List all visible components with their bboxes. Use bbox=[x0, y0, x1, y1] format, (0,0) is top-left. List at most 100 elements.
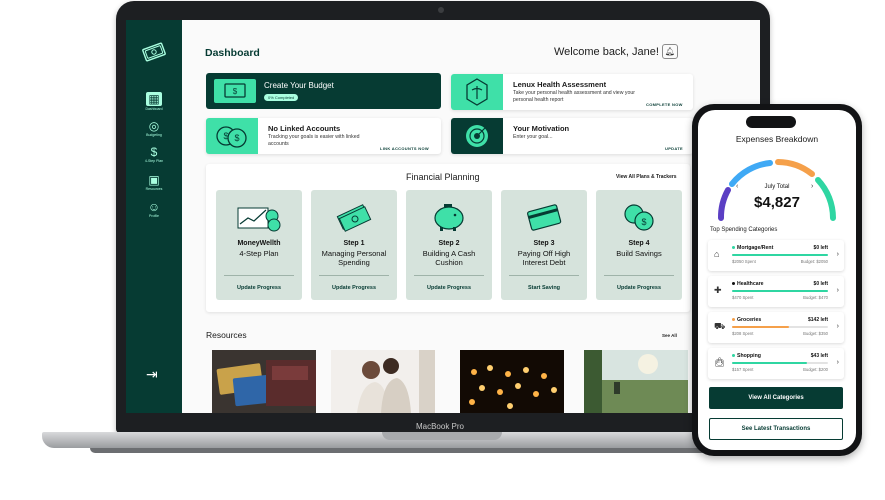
sidebar-item-label: Profile bbox=[149, 214, 159, 218]
grid-icon: ▦ bbox=[146, 92, 162, 106]
create-budget-card[interactable]: $ Create Your Budget 0% Completed GET ST… bbox=[206, 73, 515, 111]
sidebar-item-label: 4-Step Plan bbox=[144, 159, 164, 163]
category-progress-bar bbox=[732, 362, 828, 364]
motivation-input[interactable]: Enter your goal... bbox=[513, 134, 633, 141]
section-title: Top Spending Categories bbox=[710, 227, 778, 233]
bell-icon[interactable]: 🔔︎ bbox=[662, 44, 678, 59]
medical-icon: ✚ bbox=[714, 285, 722, 295]
step-name: MoneyWellth bbox=[237, 240, 281, 247]
see-latest-transactions-button[interactable]: See Latest Transactions bbox=[709, 418, 843, 440]
phone-dynamic-island bbox=[746, 116, 796, 128]
category-name-wrap: Mortgage/Rent bbox=[732, 245, 773, 251]
view-all-categories-button[interactable]: View All Categories bbox=[709, 387, 843, 409]
cart-icon: ⛟ bbox=[714, 321, 726, 331]
resource-image-wallet[interactable] bbox=[212, 350, 316, 413]
step-divider bbox=[509, 275, 579, 276]
target-icon bbox=[451, 118, 503, 154]
resource-image-couple[interactable] bbox=[331, 350, 435, 413]
sidebar-item-label: Budgeting bbox=[146, 133, 162, 137]
step-description: Building A Cash Cushion bbox=[422, 249, 476, 267]
health-card-subtitle: Take your personal health assessment and… bbox=[513, 90, 635, 103]
health-card-title: Lenux Health Assessment bbox=[513, 80, 607, 89]
category-row-groceries[interactable]: ⛟ Groceries $142 left $208 Spent Budget:… bbox=[708, 312, 844, 343]
category-spent: $208 Spent bbox=[732, 331, 754, 336]
category-progress-fill bbox=[732, 254, 828, 256]
step-name: Step 1 bbox=[343, 240, 365, 247]
sidebar-item-label: Resources bbox=[145, 187, 163, 191]
step-card-4[interactable]: $ Step 4 Build Savings Update Progress bbox=[596, 190, 682, 300]
budget-progress-badge: 0% Completed bbox=[264, 94, 299, 101]
step-card-3[interactable]: Step 3 Paying Off High Interest Debt Sta… bbox=[501, 190, 587, 300]
update-progress-button[interactable]: Update Progress bbox=[311, 285, 397, 291]
page-title: Dashboard bbox=[205, 47, 260, 59]
sidebar: ▦ Dashboard ◎ Budgeting $ 4-Step Plan ▣ … bbox=[126, 20, 182, 413]
sidebar-item-4-step-plan[interactable]: $ 4-Step Plan bbox=[134, 146, 174, 170]
sidebar-item-budgeting[interactable]: ◎ Budgeting bbox=[134, 120, 174, 144]
profile-icon: ☺ bbox=[147, 200, 161, 214]
category-dot bbox=[732, 318, 735, 322]
sidebar-item-dashboard[interactable]: ▦ Dashboard bbox=[134, 92, 174, 116]
category-progress-bar bbox=[732, 254, 828, 256]
health-assessment-card[interactable]: Lenux Health Assessment Take your person… bbox=[451, 74, 693, 110]
credit-card-icon bbox=[527, 204, 562, 231]
resource-image-candles[interactable] bbox=[460, 350, 564, 413]
chevron-right-icon: › bbox=[836, 251, 839, 258]
link-accounts-link[interactable]: LINK ACCOUNTS NOW bbox=[380, 146, 429, 151]
update-progress-button[interactable]: Update Progress bbox=[406, 285, 492, 291]
sidebar-item-profile[interactable]: ☺ Profile bbox=[134, 201, 174, 225]
chevron-right-icon: › bbox=[836, 359, 839, 366]
step-name: Step 3 bbox=[533, 240, 555, 247]
category-budget: Budget: $200 bbox=[803, 367, 828, 372]
step-divider bbox=[319, 275, 389, 276]
budget-icon: ◎ bbox=[148, 119, 160, 133]
growth-chart-icon bbox=[237, 207, 281, 232]
view-all-plans-link[interactable]: View All Plans & Trackers bbox=[616, 174, 677, 180]
category-remaining: $142 left bbox=[807, 317, 828, 323]
category-row-shopping[interactable]: 👜︎ Shopping $43 left $157 Spent Budget: … bbox=[708, 348, 844, 379]
logout-icon[interactable]: ⇥ bbox=[146, 366, 158, 383]
coins-stack-icon: $ bbox=[624, 204, 654, 231]
category-row-healthcare[interactable]: ✚ Healthcare $0 left $470 Spent Budget: … bbox=[708, 276, 844, 307]
update-progress-button[interactable]: Update Progress bbox=[596, 285, 682, 291]
category-name: Shopping bbox=[737, 353, 761, 359]
laptop-notch bbox=[382, 432, 502, 440]
category-progress-bar bbox=[732, 290, 828, 292]
update-progress-button[interactable]: Update Progress bbox=[216, 285, 302, 291]
step-description: Managing Personal Spending bbox=[321, 249, 387, 267]
step-card-overview[interactable]: MoneyWellth 4-Step Plan Update Progress bbox=[216, 190, 302, 300]
category-row-mortgage[interactable]: ⌂ Mortgage/Rent $0 left $2050 Spent Budg… bbox=[708, 240, 844, 271]
complete-now-link[interactable]: COMPLETE NOW bbox=[646, 102, 683, 107]
welcome-message: Welcome back, Jane! bbox=[554, 46, 659, 58]
financial-planning-title: Financial Planning bbox=[406, 172, 480, 182]
step-card-2[interactable]: Step 2 Building A Cash Cushion Update Pr… bbox=[406, 190, 492, 300]
cash-stack-icon bbox=[336, 204, 372, 232]
motivation-card[interactable]: Your Motivation Enter your goal... UPDAT… bbox=[451, 118, 693, 154]
phone-screen: Expenses Breakdown ‹ › July Total $4,827… bbox=[698, 110, 856, 450]
svg-text:$: $ bbox=[223, 131, 228, 141]
svg-text:$: $ bbox=[233, 87, 238, 96]
see-all-resources-link[interactable]: See All bbox=[662, 333, 677, 338]
step-divider bbox=[604, 275, 674, 276]
resource-image-landscape[interactable] bbox=[584, 350, 688, 413]
category-progress-fill bbox=[732, 326, 789, 328]
category-name: Groceries bbox=[737, 317, 762, 323]
category-progress-fill bbox=[732, 362, 807, 364]
app-logo[interactable] bbox=[140, 40, 168, 64]
money-icon: $ bbox=[214, 79, 256, 103]
laptop-camera bbox=[438, 7, 444, 13]
linked-accounts-card[interactable]: $ $ No Linked Accounts Tracking your goa… bbox=[206, 118, 441, 154]
laptop-screen: ▦ Dashboard ◎ Budgeting $ 4-Step Plan ▣ … bbox=[126, 20, 760, 413]
coins-icon: $ $ bbox=[206, 118, 258, 154]
svg-text:$: $ bbox=[641, 217, 646, 227]
category-spent: $2050 Spent bbox=[732, 259, 756, 264]
dollar-icon: $ bbox=[150, 145, 158, 159]
category-remaining: $0 left bbox=[813, 245, 828, 251]
total-amount: $4,827 bbox=[754, 194, 800, 211]
start-saving-button[interactable]: Start Saving bbox=[501, 285, 587, 291]
sidebar-item-resources[interactable]: ▣ Resources bbox=[134, 174, 174, 198]
category-spent: $157 Spent bbox=[732, 367, 754, 372]
step-card-1[interactable]: Step 1 Managing Personal Spending Update… bbox=[311, 190, 397, 300]
update-motivation-link[interactable]: UPDATE bbox=[665, 146, 683, 151]
accounts-card-subtitle: Tracking your goals is easier with linke… bbox=[268, 134, 360, 147]
financial-planning-panel: Financial Planning View All Plans & Trac… bbox=[206, 164, 690, 312]
